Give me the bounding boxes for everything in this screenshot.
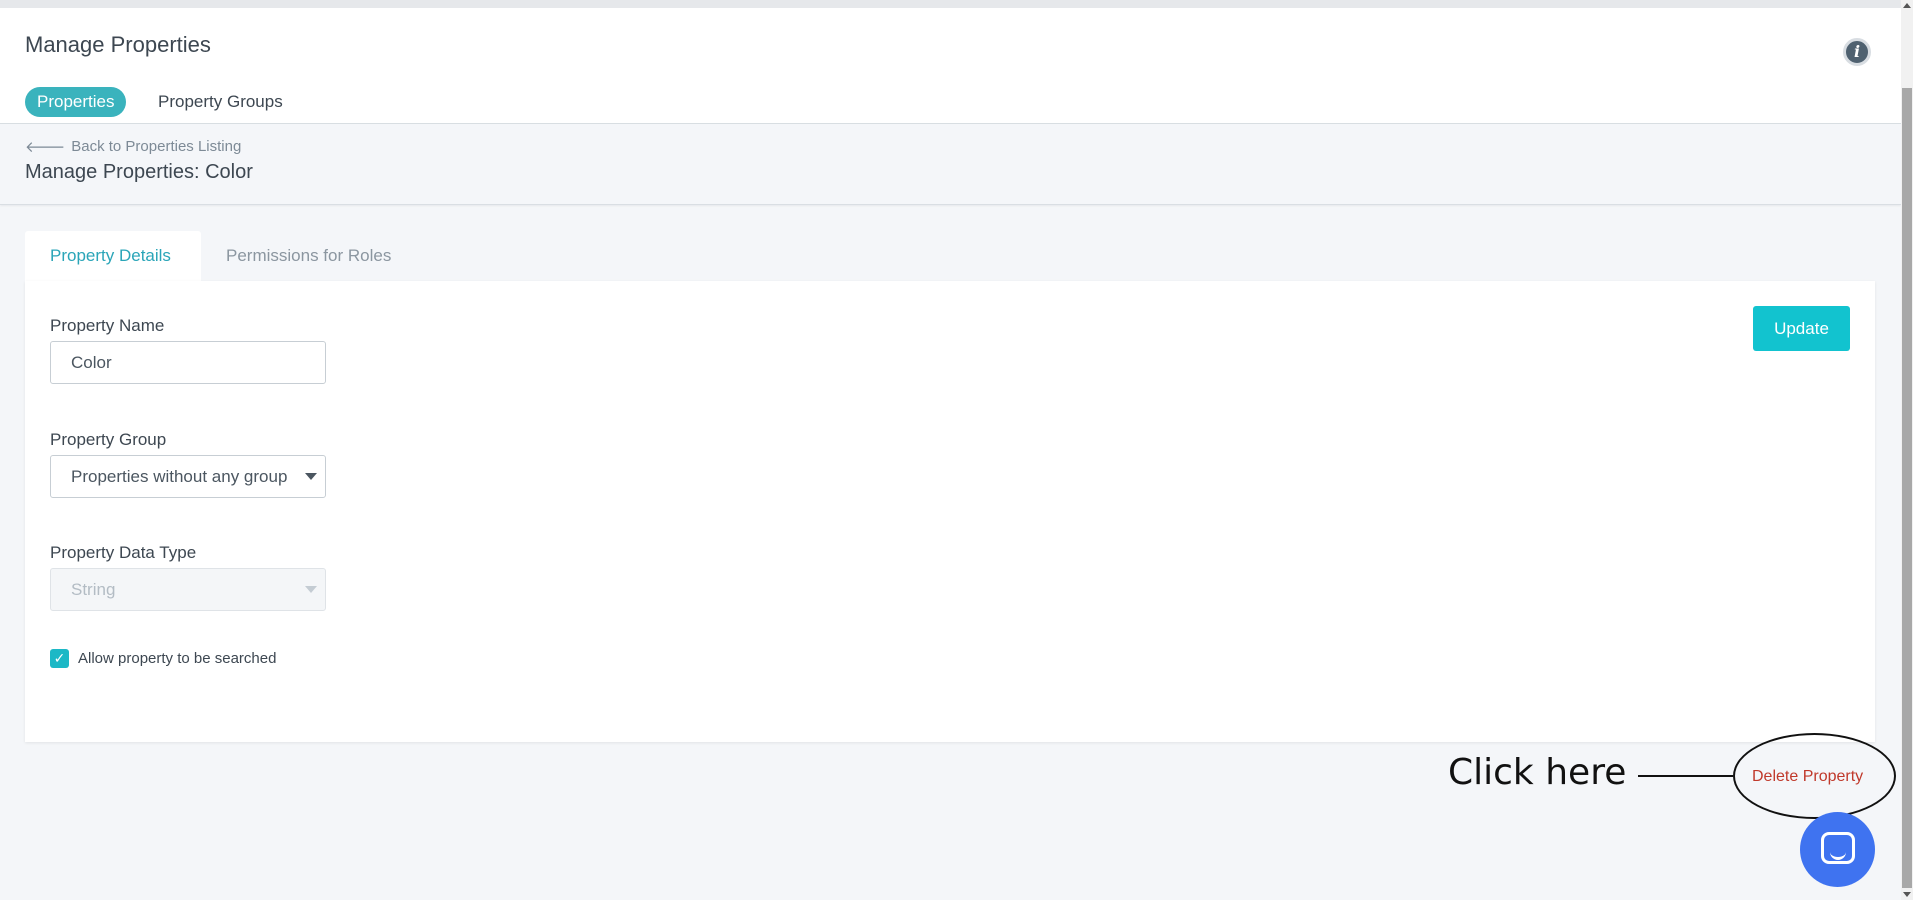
scroll-thumb[interactable] xyxy=(1902,88,1912,888)
chat-launcher-button[interactable] xyxy=(1800,812,1875,887)
update-button[interactable]: Update xyxy=(1753,306,1850,351)
tab-property-groups[interactable]: Property Groups xyxy=(146,87,295,117)
property-group-label: Property Group xyxy=(50,430,167,449)
delete-property-link[interactable]: Delete Property xyxy=(1752,768,1863,786)
property-group-value: Properties without any group xyxy=(71,467,288,486)
info-icon[interactable]: i xyxy=(1843,38,1871,66)
annotation-arrow-line xyxy=(1638,775,1733,777)
vertical-scrollbar[interactable] xyxy=(1901,0,1913,900)
property-details-card: Property Name Color Property Group Prope… xyxy=(25,281,1875,742)
chat-icon xyxy=(1821,832,1855,864)
chevron-down-icon xyxy=(305,586,317,593)
property-data-type-label: Property Data Type xyxy=(50,543,197,562)
page-header: Manage Properties i Properties Property … xyxy=(0,0,1901,124)
searchable-checkbox[interactable]: ✓ xyxy=(50,649,69,668)
property-group-select[interactable]: Properties without any group xyxy=(50,455,326,498)
scroll-down-icon[interactable] xyxy=(1903,892,1911,897)
page-title: Manage Properties xyxy=(25,32,211,57)
check-icon: ✓ xyxy=(53,650,66,666)
back-link[interactable]: 🡐 Back to Properties Listing xyxy=(25,137,241,156)
back-link-label: Back to Properties Listing xyxy=(71,138,242,155)
annotation-text: Click here xyxy=(1448,752,1627,793)
property-name-input[interactable]: Color xyxy=(50,341,326,384)
property-data-type-select: String xyxy=(50,568,326,611)
tab-permissions-for-roles[interactable]: Permissions for Roles xyxy=(201,231,416,281)
breadcrumb-title: Manage Properties: Color xyxy=(25,161,253,183)
tab-property-details[interactable]: Property Details xyxy=(25,231,201,281)
property-name-label: Property Name xyxy=(50,316,165,335)
breadcrumb: 🡐 Back to Properties Listing Manage Prop… xyxy=(0,124,1901,205)
property-data-type-value: String xyxy=(71,580,116,599)
arrow-left-icon: 🡐 xyxy=(25,139,66,156)
tab-properties[interactable]: Properties xyxy=(25,87,127,117)
searchable-checkbox-label: Allow property to be searched xyxy=(78,650,277,667)
page: Manage Properties i Properties Property … xyxy=(0,0,1913,900)
scroll-up-icon[interactable] xyxy=(1903,3,1911,8)
chevron-down-icon xyxy=(305,473,317,480)
